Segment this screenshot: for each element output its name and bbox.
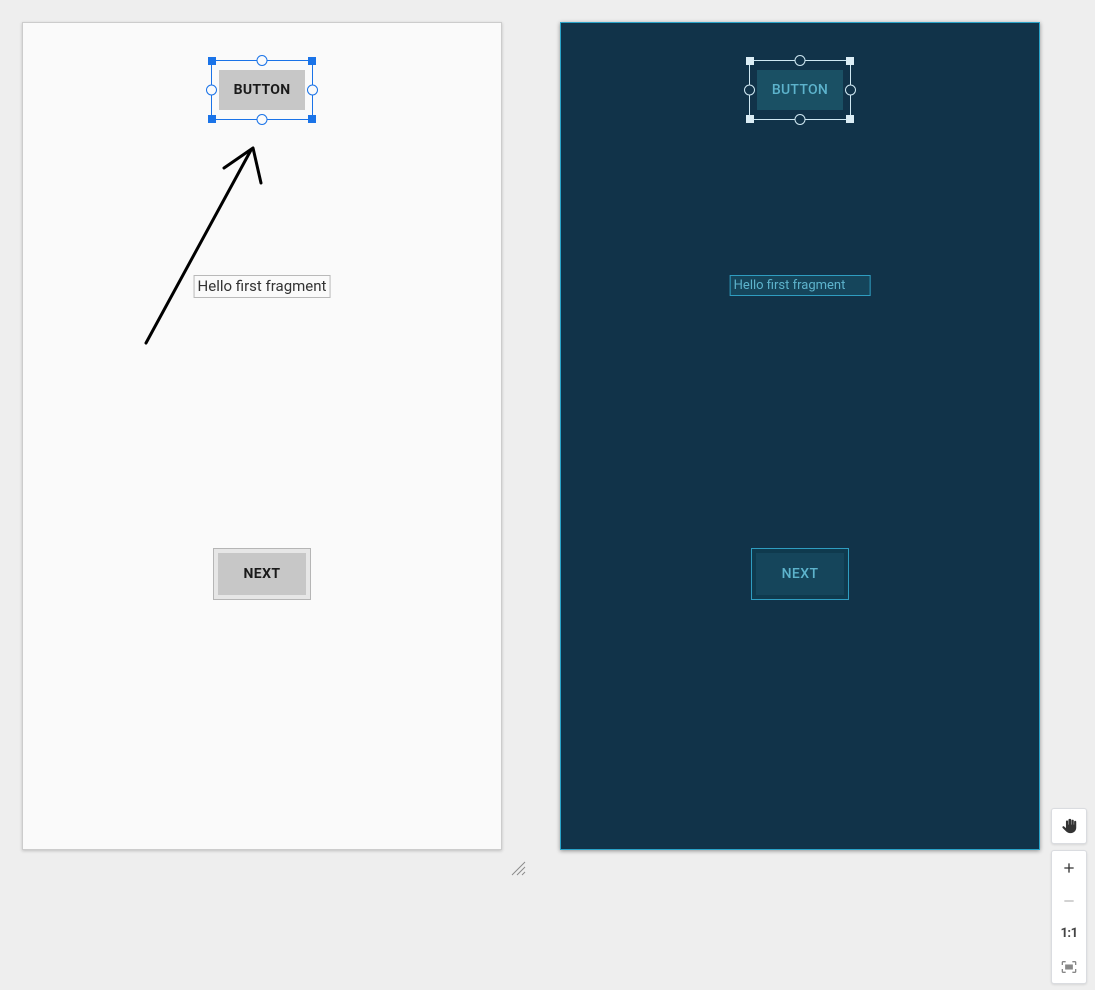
- next-button[interactable]: NEXT: [214, 549, 310, 599]
- resize-grip-icon[interactable]: [508, 858, 526, 876]
- zoom-in-button[interactable]: [1052, 851, 1086, 884]
- resize-handle-tr[interactable]: [846, 57, 854, 65]
- resize-handle-right[interactable]: [845, 85, 856, 96]
- zoom-fit-button[interactable]: [1052, 950, 1086, 983]
- selection-bounds[interactable]: BUTTON: [212, 61, 312, 119]
- fit-screen-icon: [1061, 959, 1077, 975]
- design-surface-blueprint[interactable]: BUTTON Hello first fragment NEXT: [560, 22, 1040, 850]
- resize-handle-tl[interactable]: [746, 57, 754, 65]
- zoom-toolbar: 1:1: [1051, 850, 1087, 984]
- selected-button-wrapper[interactable]: BUTTON: [212, 61, 312, 119]
- resize-handle-bl[interactable]: [208, 115, 216, 123]
- hand-icon: [1061, 817, 1078, 835]
- design-surface-light[interactable]: BUTTON Hello first fragment NEXT: [22, 22, 502, 850]
- resize-handle-top[interactable]: [257, 55, 268, 66]
- resize-handle-bottom[interactable]: [795, 114, 806, 125]
- selection-bounds[interactable]: BUTTON: [750, 61, 850, 119]
- zoom-out-button[interactable]: [1052, 884, 1086, 917]
- resize-handle-right[interactable]: [307, 85, 318, 96]
- resize-handle-left[interactable]: [206, 85, 217, 96]
- annotation-arrow-icon: [131, 138, 281, 348]
- minus-icon: [1061, 893, 1077, 909]
- resize-handle-br[interactable]: [308, 115, 316, 123]
- button-component[interactable]: BUTTON: [219, 70, 305, 110]
- selected-button-wrapper[interactable]: BUTTON: [750, 61, 850, 119]
- resize-handle-bottom[interactable]: [257, 114, 268, 125]
- resize-handle-left[interactable]: [744, 85, 755, 96]
- resize-handle-top[interactable]: [795, 55, 806, 66]
- resize-handle-tl[interactable]: [208, 57, 216, 65]
- resize-handle-tr[interactable]: [308, 57, 316, 65]
- next-button[interactable]: NEXT: [752, 549, 848, 599]
- resize-handle-br[interactable]: [846, 115, 854, 123]
- pan-tool-button[interactable]: [1051, 808, 1087, 844]
- textview-component[interactable]: Hello first fragment: [194, 275, 331, 298]
- button-component[interactable]: BUTTON: [757, 70, 843, 110]
- resize-handle-bl[interactable]: [746, 115, 754, 123]
- zoom-reset-button[interactable]: 1:1: [1052, 917, 1086, 950]
- textview-component[interactable]: Hello first fragment: [730, 275, 871, 296]
- plus-icon: [1061, 860, 1077, 876]
